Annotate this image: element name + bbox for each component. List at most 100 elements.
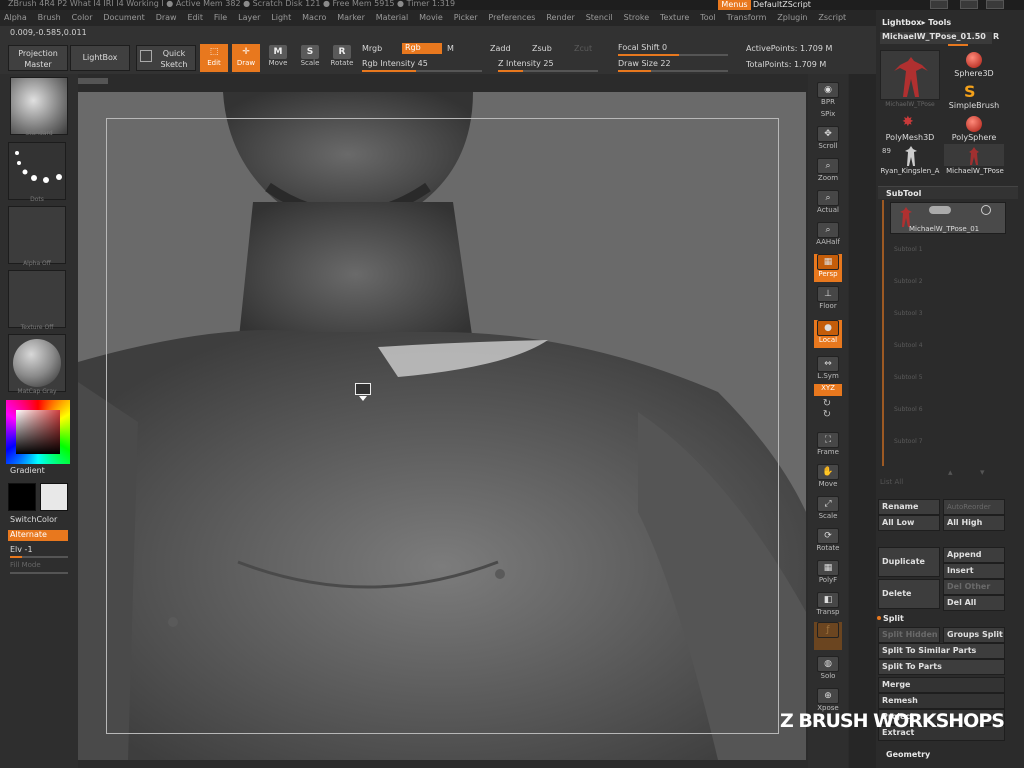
split-to-parts-button[interactable]: Split To Parts <box>878 659 1005 675</box>
spix-button[interactable]: SPix <box>814 110 842 124</box>
all-low-button[interactable]: All Low <box>878 515 940 531</box>
rgb-button[interactable]: Rgb <box>402 43 442 54</box>
draw-size-slider[interactable] <box>618 70 728 72</box>
subtool-slot-5[interactable]: Subtool 5 <box>894 374 923 381</box>
frame-button[interactable]: ⛶ Frame <box>814 432 842 460</box>
split-hidden-button[interactable]: Split Hidden <box>878 627 940 643</box>
menu-marker[interactable]: Marker <box>333 10 369 22</box>
lsym-button[interactable]: ⇔ L.Sym <box>814 356 842 384</box>
fill-mode-slider[interactable] <box>10 572 68 574</box>
gradient-label[interactable]: Gradient <box>10 466 45 475</box>
move-button[interactable]: M Move <box>264 44 292 72</box>
menu-alpha[interactable]: Alpha <box>0 10 31 22</box>
subtool-slot-7[interactable]: Subtool 7 <box>894 438 923 445</box>
menu-macro[interactable]: Macro <box>298 10 330 22</box>
z-intensity-slider[interactable] <box>498 70 598 72</box>
bpr-button[interactable]: ◉ BPR <box>814 82 842 110</box>
menus-button[interactable]: Menus <box>718 0 751 10</box>
subtool-slot-2[interactable]: Subtool 2 <box>894 278 923 285</box>
subtool-scrollbar[interactable] <box>882 200 884 466</box>
geometry-section-header[interactable]: Geometry <box>886 750 930 759</box>
ghost-button[interactable]: ƒ <box>814 622 842 650</box>
append-button[interactable]: Append <box>943 547 1005 563</box>
duplicate-button[interactable]: Duplicate <box>878 547 940 577</box>
tool-thumb-michael-2[interactable] <box>944 144 1004 166</box>
local-button[interactable]: ● Local <box>814 320 842 348</box>
merge-section[interactable]: Merge <box>878 677 1005 693</box>
menu-zscript[interactable]: Zscript <box>814 10 850 22</box>
subtool-slot-4[interactable]: Subtool 4 <box>894 342 923 349</box>
all-high-button[interactable]: All High <box>943 515 1005 531</box>
menu-edit[interactable]: Edit <box>183 10 207 22</box>
menu-movie[interactable]: Movie <box>415 10 447 22</box>
polymesh3d-icon[interactable]: ✸ <box>902 114 914 130</box>
elv-slider[interactable] <box>10 556 68 558</box>
alpha-thumbnail[interactable] <box>8 206 66 264</box>
autoreorder-button[interactable]: AutoReorder <box>943 499 1005 515</box>
arrow-down-icon[interactable]: ▾ <box>980 468 1000 480</box>
secondary-color-swatch[interactable] <box>40 483 68 511</box>
arrow-up-icon[interactable]: ▴ <box>948 468 968 480</box>
menu-texture[interactable]: Texture <box>656 10 693 22</box>
scroll-button[interactable]: ✥ Scroll <box>814 126 842 154</box>
transp-button[interactable]: ◧ Transp <box>814 592 842 620</box>
lightbox-tools-header[interactable]: Lightbox▸ Tools <box>882 18 951 27</box>
draw-button[interactable]: ✛ Draw <box>232 44 260 72</box>
stroke-thumbnail[interactable] <box>8 142 66 200</box>
scale-button[interactable]: S Scale <box>296 44 324 72</box>
m-button[interactable]: M <box>447 44 454 53</box>
zsub-button[interactable]: Zsub <box>532 44 552 53</box>
edit-button[interactable]: ⬚ Edit <box>200 44 228 72</box>
texture-thumbnail[interactable] <box>8 270 66 328</box>
subtool-item-active[interactable]: MichaelW_TPose_01 <box>890 202 1006 234</box>
polysphere-icon[interactable] <box>966 116 982 132</box>
menu-transform[interactable]: Transform <box>723 10 771 22</box>
menu-zplugin[interactable]: Zplugin <box>773 10 811 22</box>
r-button[interactable]: R <box>993 32 999 41</box>
rotation-axis-icon[interactable]: ↻ ↻ <box>820 398 834 424</box>
actual-button[interactable]: ⌕ Actual <box>814 190 842 218</box>
remesh-section[interactable]: Remesh <box>878 693 1005 709</box>
subtool-slot-6[interactable]: Subtool 6 <box>894 406 923 413</box>
help-icon[interactable] <box>930 0 948 9</box>
canvas-tab-handle[interactable] <box>78 78 108 84</box>
projection-master-button[interactable]: Projection Master <box>8 45 68 71</box>
menu-layer[interactable]: Layer <box>234 10 264 22</box>
close-icon[interactable] <box>986 0 1004 9</box>
rgb-intensity-slider[interactable] <box>362 70 482 72</box>
menu-stroke[interactable]: Stroke <box>620 10 654 22</box>
menu-document[interactable]: Document <box>99 10 148 22</box>
xyz-button[interactable]: XYZ <box>814 384 842 396</box>
menu-brush[interactable]: Brush <box>34 10 65 22</box>
del-all-button[interactable]: Del All <box>943 595 1005 611</box>
split-section-header[interactable]: Split <box>883 614 904 623</box>
zoom-button[interactable]: ⌕ Zoom <box>814 158 842 186</box>
rename-button[interactable]: Rename <box>878 499 940 515</box>
menu-tool[interactable]: Tool <box>696 10 720 22</box>
primary-color-swatch[interactable] <box>8 483 36 511</box>
rotate-button[interactable]: R Rotate <box>328 44 356 72</box>
list-all-button[interactable]: List All <box>880 478 903 486</box>
menu-draw[interactable]: Draw <box>152 10 181 22</box>
tool-thumb-michael[interactable] <box>880 50 940 100</box>
persp-button[interactable]: ▦ Persp <box>814 254 842 282</box>
move-view-button[interactable]: ✋ Move <box>814 464 842 492</box>
default-zscript-label[interactable]: DefaultZScript <box>753 0 825 10</box>
subtool-eye-icon[interactable] <box>981 205 991 215</box>
ryan-figure-icon[interactable] <box>902 144 920 166</box>
menu-color[interactable]: Color <box>68 10 97 22</box>
menu-preferences[interactable]: Preferences <box>484 10 539 22</box>
aahalf-button[interactable]: ⌕ AAHalf <box>814 222 842 250</box>
color-square[interactable] <box>16 410 60 454</box>
split-similar-parts-button[interactable]: Split To Similar Parts <box>878 643 1005 659</box>
solo-button[interactable]: ◍ Solo <box>814 656 842 684</box>
subtool-slot-3[interactable]: Subtool 3 <box>894 310 923 317</box>
delete-button[interactable]: Delete <box>878 579 940 609</box>
minimize-icon[interactable] <box>960 0 978 9</box>
mrgb-button[interactable]: Mrgb <box>362 44 382 53</box>
subtool-header-bar[interactable]: SubTool <box>878 186 1018 199</box>
brush-thumbnail[interactable] <box>10 77 68 135</box>
zadd-button[interactable]: Zadd <box>490 44 511 53</box>
focal-shift-slider[interactable] <box>618 54 728 56</box>
menu-file[interactable]: File <box>210 10 231 22</box>
